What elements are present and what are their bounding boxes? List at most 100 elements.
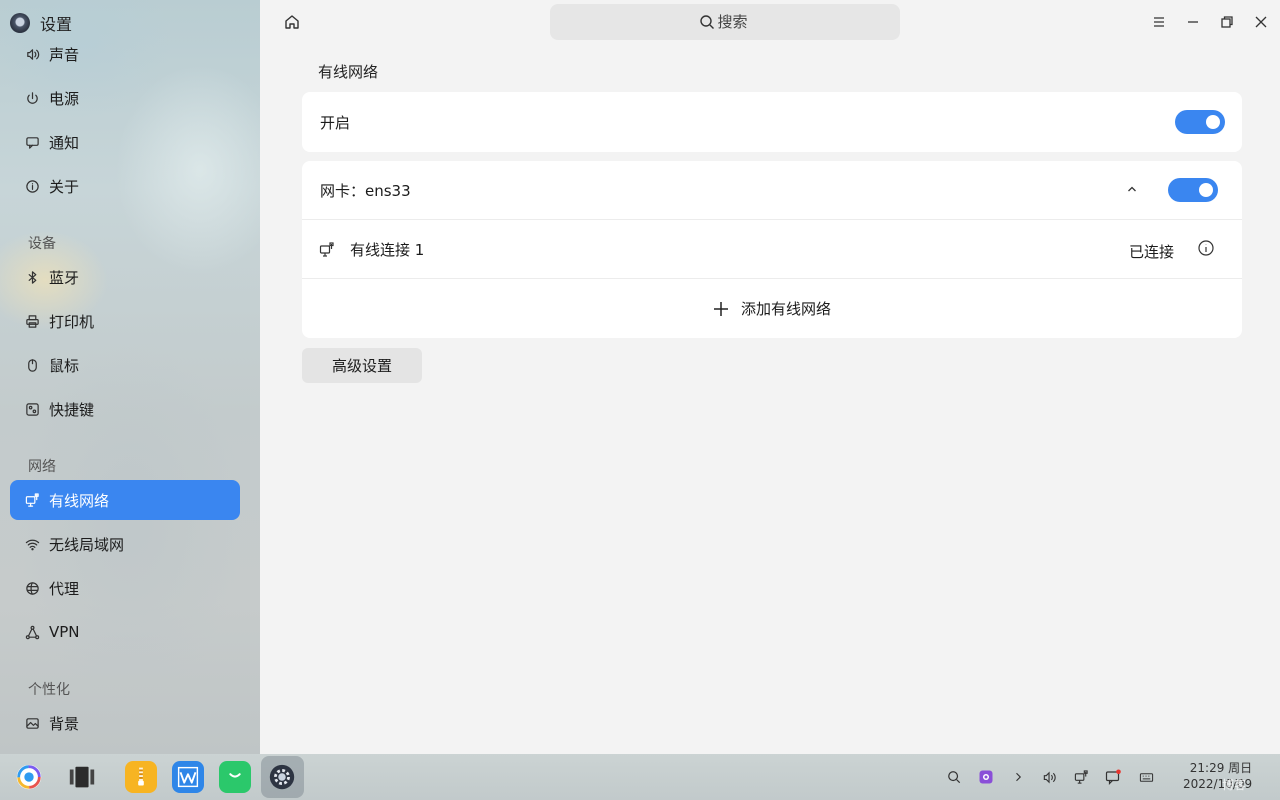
vpn-icon [24,624,40,640]
search-icon [948,771,961,784]
wired-network-toggle[interactable] [1175,110,1225,134]
add-wired-network-button[interactable]: 添加有线网络 [302,279,1242,338]
sidebar-item-label: 代理 [49,579,80,598]
sidebar-item-label: 蓝牙 [49,268,80,287]
connection-row[interactable]: 有线连接 1 [302,220,1242,279]
sidebar-item-about[interactable]: 关于 [10,166,240,206]
search-input[interactable] [717,13,752,31]
maximize-button[interactable] [1217,12,1237,32]
speaker-icon [24,46,40,62]
wired-network-icon [24,492,40,508]
tray-expand-button[interactable] [1009,768,1027,786]
plus-icon [713,301,728,316]
sidebar-item-label: 关于 [49,177,80,196]
wechat-icon [227,769,243,785]
group-title-devices: 设备 [28,236,56,252]
group-title-personalization: 个性化 [28,682,70,698]
settings-icon [269,764,295,790]
menu-icon [1154,17,1164,27]
wps-office-icon [177,766,199,788]
enable-card: 开启 [302,92,1242,152]
tray-network-button[interactable] [1072,768,1090,786]
add-wired-network-label: 添加有线网络 [740,300,831,318]
archive-manager-icon [138,767,144,786]
launcher-icon [16,764,42,790]
multitask-view-icon [69,766,95,788]
archive-manager-button[interactable] [125,761,157,793]
adapter-toggle[interactable] [1168,178,1218,202]
notification-icon [1105,769,1121,785]
background-icon [24,715,40,731]
network-icon [1074,769,1088,784]
restore-icon [1221,16,1233,28]
tray-keyboard-button[interactable] [1137,768,1155,786]
mouse-icon [24,357,40,373]
watermark-text: 博客 [1222,778,1247,792]
toggle-knob [1199,183,1213,197]
home-icon [285,15,299,29]
sidebar-item-power[interactable]: 电源 [10,78,240,118]
connection-name: 有线连接 1 [350,241,425,259]
sidebar-item-label: 背景 [49,714,80,733]
info-icon [24,178,40,194]
chevron-up-icon [1128,186,1136,192]
menu-button[interactable] [1149,12,1169,32]
sidebar-item-proxy[interactable]: 代理 [10,568,240,608]
connection-status: 已连接 [1129,243,1175,261]
expand-arrow-icon [1016,772,1022,782]
sidebar-item-notification[interactable]: 通知 [10,122,240,162]
sidebar: 设置 声音 电源 通知 关于 设备 蓝牙 打印机 鼠标 快捷键 网络 有线网络 [0,0,260,754]
group-title-network: 网络 [28,459,56,475]
home-button[interactable] [282,12,302,32]
wifi-icon [24,536,40,552]
shortcut-icon [24,401,40,417]
sidebar-item-label: 无线局域网 [49,535,125,554]
settings-taskbar-button[interactable] [266,761,298,793]
tray-volume-button[interactable] [1040,768,1058,786]
sidebar-item-sound[interactable]: 声音 [10,34,240,74]
close-button[interactable] [1251,12,1271,32]
adapter-card: 网卡：ens33 有线连接 1 已连接 添加有线网络 [302,161,1242,338]
launcher-button[interactable] [13,761,45,793]
sidebar-item-label: 声音 [49,45,80,64]
power-icon [24,90,40,106]
sidebar-item-printer[interactable]: 打印机 [10,301,240,341]
section-title: 有线网络 [318,63,379,81]
tray-screen-recorder-button[interactable] [977,768,995,786]
wechat-button[interactable] [219,761,251,793]
sidebar-item-shortcuts[interactable]: 快捷键 [10,389,240,429]
proxy-icon [24,580,40,596]
sidebar-item-bluetooth[interactable]: 蓝牙 [10,257,240,297]
toggle-knob [1206,115,1220,129]
sidebar-item-label: 有线网络 [49,491,110,510]
sidebar-item-vpn[interactable]: VPN [10,612,240,652]
sidebar-item-mouse[interactable]: 鼠标 [10,345,240,385]
sidebar-item-label: 快捷键 [49,400,95,419]
advanced-settings-button[interactable]: 高级设置 [302,348,422,383]
app-name: 设置 [40,15,73,34]
sidebar-item-label: 通知 [49,133,80,152]
sidebar-item-background[interactable]: 背景 [10,703,240,743]
sidebar-item-label: 电源 [49,89,80,108]
printer-icon [24,313,40,329]
search-box[interactable] [550,4,900,40]
info-icon [1198,240,1214,256]
sidebar-item-wireless[interactable]: 无线局域网 [10,524,240,564]
tray-search-button[interactable] [945,768,963,786]
multitask-view-button[interactable] [66,761,98,793]
collapse-button[interactable] [1124,181,1140,197]
sidebar-item-wired-network[interactable]: 有线网络 [10,480,240,520]
sidebar-item-label: VPN [49,623,80,641]
adapter-label: 网卡：ens33 [320,182,411,200]
tray-notification-button[interactable] [1104,768,1122,786]
wps-office-button[interactable] [172,761,204,793]
taskbar: 21:29 周日 2022/10/09 博客 [0,754,1280,800]
minimize-button[interactable] [1183,12,1203,32]
search-icon [699,15,714,29]
minimize-icon [1188,21,1198,23]
wired-connection-icon [319,241,334,257]
sidebar-item-label: 打印机 [49,312,95,331]
main-panel: 有线网络 开启 网卡：ens33 有线连接 1 已连接 添加有线网络 高级设置 [260,0,1280,754]
volume-icon [1043,770,1056,784]
connection-info-button[interactable] [1197,239,1215,257]
